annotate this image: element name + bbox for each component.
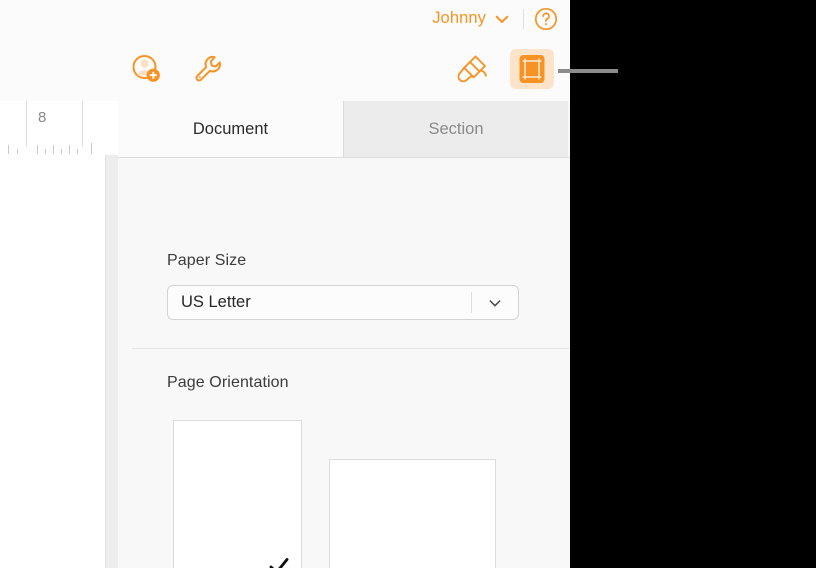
ruler-tick: [8, 145, 9, 154]
ruler-number: 8: [38, 109, 47, 126]
ruler-tick: [91, 143, 92, 154]
account-divider: [523, 8, 524, 29]
horizontal-ruler[interactable]: 8: [0, 101, 118, 156]
document-canvas-area: 8: [0, 101, 119, 568]
paper-size-select[interactable]: US Letter: [167, 285, 519, 320]
account-cluster: Johnny: [432, 0, 558, 37]
app-window: Johnny 8 Document Section Paper Size US …: [0, 0, 570, 568]
orientation-option-landscape[interactable]: [329, 459, 496, 568]
canvas-gutter: [105, 155, 118, 568]
section-divider: [132, 348, 570, 349]
paper-size-label: Paper Size: [167, 252, 247, 269]
inspector-panel: Document Section Paper Size US Letter Pa…: [118, 101, 570, 568]
ruler-tick: [77, 149, 78, 154]
callout-leader-line: [558, 69, 618, 73]
screenshot-root: Johnny 8 Document Section Paper Size US …: [0, 0, 816, 568]
toolbar: [0, 37, 570, 102]
help-circle-icon[interactable]: [534, 7, 558, 31]
inspector-tabs: Document Section: [118, 101, 570, 158]
ruler-separator: [82, 101, 83, 147]
tab-section[interactable]: Section: [343, 101, 568, 158]
add-person-icon: [129, 52, 163, 86]
chevron-down-icon[interactable]: [493, 10, 511, 28]
format-button[interactable]: [450, 49, 494, 89]
tab-document[interactable]: Document: [118, 101, 343, 158]
paper-size-value: US Letter: [181, 293, 251, 311]
account-bar: Johnny: [0, 0, 570, 38]
page-canvas[interactable]: [0, 155, 105, 568]
chevron-down-icon[interactable]: [472, 295, 518, 311]
checkmark-icon: [267, 554, 291, 568]
collaborate-button[interactable]: [124, 49, 168, 89]
document-setup-button[interactable]: [510, 49, 554, 89]
ruler-tick: [17, 149, 18, 154]
orientation-option-portrait[interactable]: [173, 420, 302, 568]
ruler-tick: [45, 149, 46, 154]
ruler-tick: [37, 145, 38, 154]
page-orientation-label: Page Orientation: [167, 374, 289, 391]
paintbrush-icon: [455, 53, 489, 85]
ruler-tick: [61, 149, 62, 154]
document-setup-icon: [517, 53, 547, 85]
tools-button[interactable]: [186, 49, 230, 89]
ruler-tick: [69, 145, 70, 154]
account-name[interactable]: Johnny: [432, 9, 493, 28]
ruler-tick: [53, 145, 54, 154]
inspector-body: Paper Size US Letter Page Orientation: [118, 158, 570, 568]
wrench-icon: [192, 53, 224, 85]
ruler-separator: [26, 101, 27, 147]
